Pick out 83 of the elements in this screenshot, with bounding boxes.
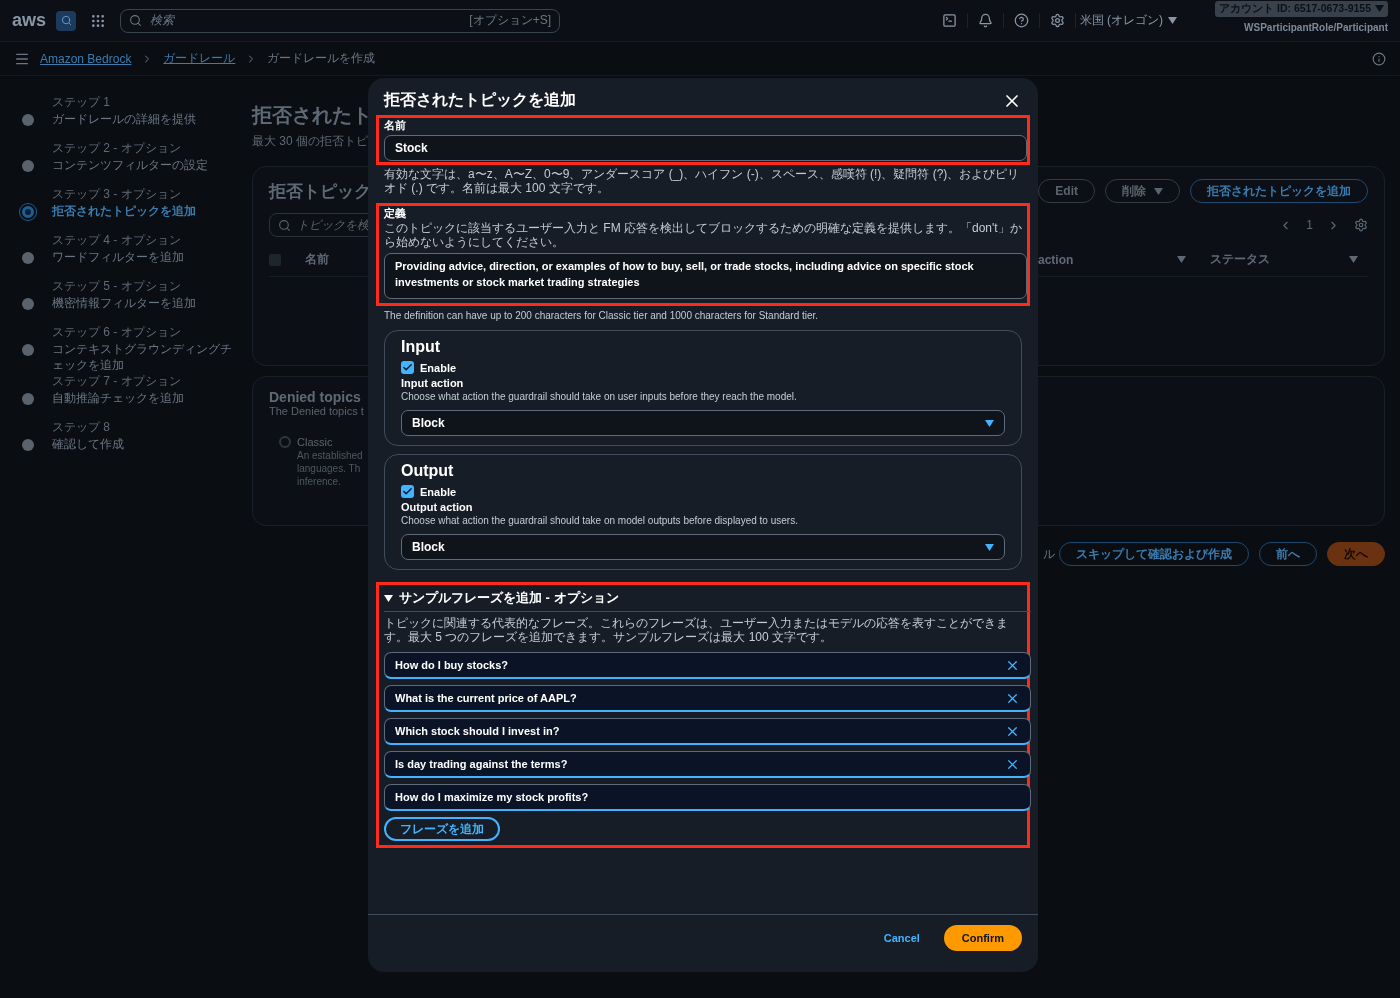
step-link[interactable]: 拒否されたトピックを追加 [52,203,240,219]
option-description: languages. Th [297,462,361,475]
role-name: WSParticipantRole/Participant [1244,21,1388,33]
step-label: ステップ 8 [52,419,111,436]
page-title: 拒否されたト [252,103,372,128]
phrase-field[interactable]: Which stock should I invest in? [384,718,1031,745]
page-number[interactable]: 1 [1306,218,1313,232]
step-label: ステップ 1 [52,94,111,111]
field-hint: 有効な文字は、a〜z、A〜Z、0〜9、アンダースコア (_)、ハイフン (-)、スペース、感嘆符 (!)、疑問符 (?)、およびピリオド (.) です。名前は最大 100 文字です。 [384,167,1021,195]
sort-icon [1349,256,1358,263]
step-label: ステップ 2 - オプション [52,140,182,157]
apps-grid-icon[interactable] [90,12,106,29]
tier-radio[interactable] [279,436,291,448]
search-icon [129,14,142,27]
checkbox[interactable] [401,361,414,374]
breadcrumb-current: ガードレールを作成 [267,50,376,67]
card-description: The Denied topics t [269,405,364,418]
phrase-field[interactable]: What is the current price of AAPL? [384,685,1031,712]
column-header[interactable]: action [1038,252,1074,267]
confirm-button[interactable]: Confirm [943,924,1022,951]
caret-icon [985,419,994,427]
page-subtitle: 最大 30 個の拒否トピ [252,133,368,150]
breadcrumb-link[interactable]: ガードレール [163,50,236,67]
panel-title: Input [401,338,442,356]
step-label: ステップ 5 - オプション [52,278,182,295]
step-label: ステップ 6 - オプション [52,324,182,341]
caret-icon [1154,187,1163,195]
step-label: ステップ 4 - オプション [52,232,182,249]
definition-field[interactable]: Providing advice, direction, or examples of how to buy, sell, or trade stocks, including advice on specific stock investments or stock market trading strategies [384,253,1027,299]
enable-checkbox[interactable]: Enable [401,361,1005,374]
step-link[interactable]: 機密情報フィルターを追加 [52,295,240,311]
search-icon [278,218,291,232]
step-link[interactable]: ガードレールの詳細を提供 [52,111,240,127]
add-phrase-button[interactable]: フレーズを追加 [384,817,500,841]
breadcrumb-link[interactable]: Amazon Bedrock [40,51,132,66]
name-field[interactable]: Stock [384,135,1027,161]
step-link[interactable]: 自動推論チェックを追加 [52,390,240,406]
cancel-button[interactable]: Cancel [877,930,926,945]
phrase-field[interactable]: Is day trading against the terms? [384,751,1031,778]
field-description: Choose what action the guardrail should take on user inputs before they reach the model. [401,391,798,403]
field-label: 定義 [384,206,407,221]
search-placeholder: 検索 [150,12,176,29]
region-menu[interactable]: 米国 (オレゴン) [1079,12,1178,29]
step-link[interactable]: 確認して作成 [52,436,240,452]
card-title: 拒否トピック [269,180,371,203]
step-link[interactable]: コンテンツフィルターの設定 [52,157,240,173]
search-placeholder: トピックを検 [297,216,369,234]
action-select[interactable]: Block [401,410,1005,436]
enable-checkbox[interactable]: Enable [401,485,1005,498]
field-label: 名前 [384,118,407,133]
info-icon[interactable] [1372,51,1386,66]
field-label: Input action [401,377,465,389]
cancel-link[interactable]: ル [1043,545,1055,563]
checkbox[interactable] [401,485,414,498]
field-description: Choose what action the guardrail should take on model outputs before displayed to users. [401,515,799,527]
action-select[interactable]: Block [401,534,1005,560]
dialog-title: 拒否されたトピックを追加 [384,90,576,110]
field-hint: The definition can have up to 200 characters for Classic tier and 1000 characters for Standard tier. [384,310,820,322]
card-title: Denied topics [269,389,361,405]
caret-icon [985,543,994,551]
caret-icon [1375,5,1384,12]
sort-icon [1177,256,1186,263]
expand-toggle[interactable]: サンプルフレーズを追加 - オプション [384,587,1031,612]
phrase-field[interactable]: How do I buy stocks? [384,652,1031,679]
caret-icon [1168,17,1178,24]
phrase-field[interactable]: How do I maximize my stock profits? [384,784,1031,811]
field-label: Output action [401,501,474,513]
column-header[interactable]: 名前 [305,251,329,268]
step-link[interactable]: ワードフィルターを追加 [52,249,240,265]
option-description: An established [297,449,363,462]
step-link[interactable]: コンテキストグラウンディングチェックを追加 [52,341,240,373]
panel-title: Output [401,462,455,480]
step-label: ステップ 3 - オプション [52,186,182,203]
step-label: ステップ 7 - オプション [52,373,182,390]
section-description: トピックに関連する代表的なフレーズ。これらのフレーズは、ユーザー入力またはモデルの応答を表すことができます。最大 5 つのフレーズを追加できます。サンプルフレーズは最大 100 文字です。 [384,616,1009,644]
service-icon[interactable] [56,10,76,31]
search-field[interactable]: 検索 [オプション+S] [120,8,560,33]
option-description: inference. [297,475,341,488]
shortcut-hint: [オプション+S] [469,12,551,29]
settings-icon[interactable] [1354,218,1368,232]
column-header[interactable]: ステータス [1210,251,1270,268]
field-description: このトピックに該当するユーザー入力と FM 応答を検出してブロックするための明確な定義を提供します。「don't」から始めないようにしてください。 [384,221,1023,249]
option-label: Classic [297,436,333,449]
